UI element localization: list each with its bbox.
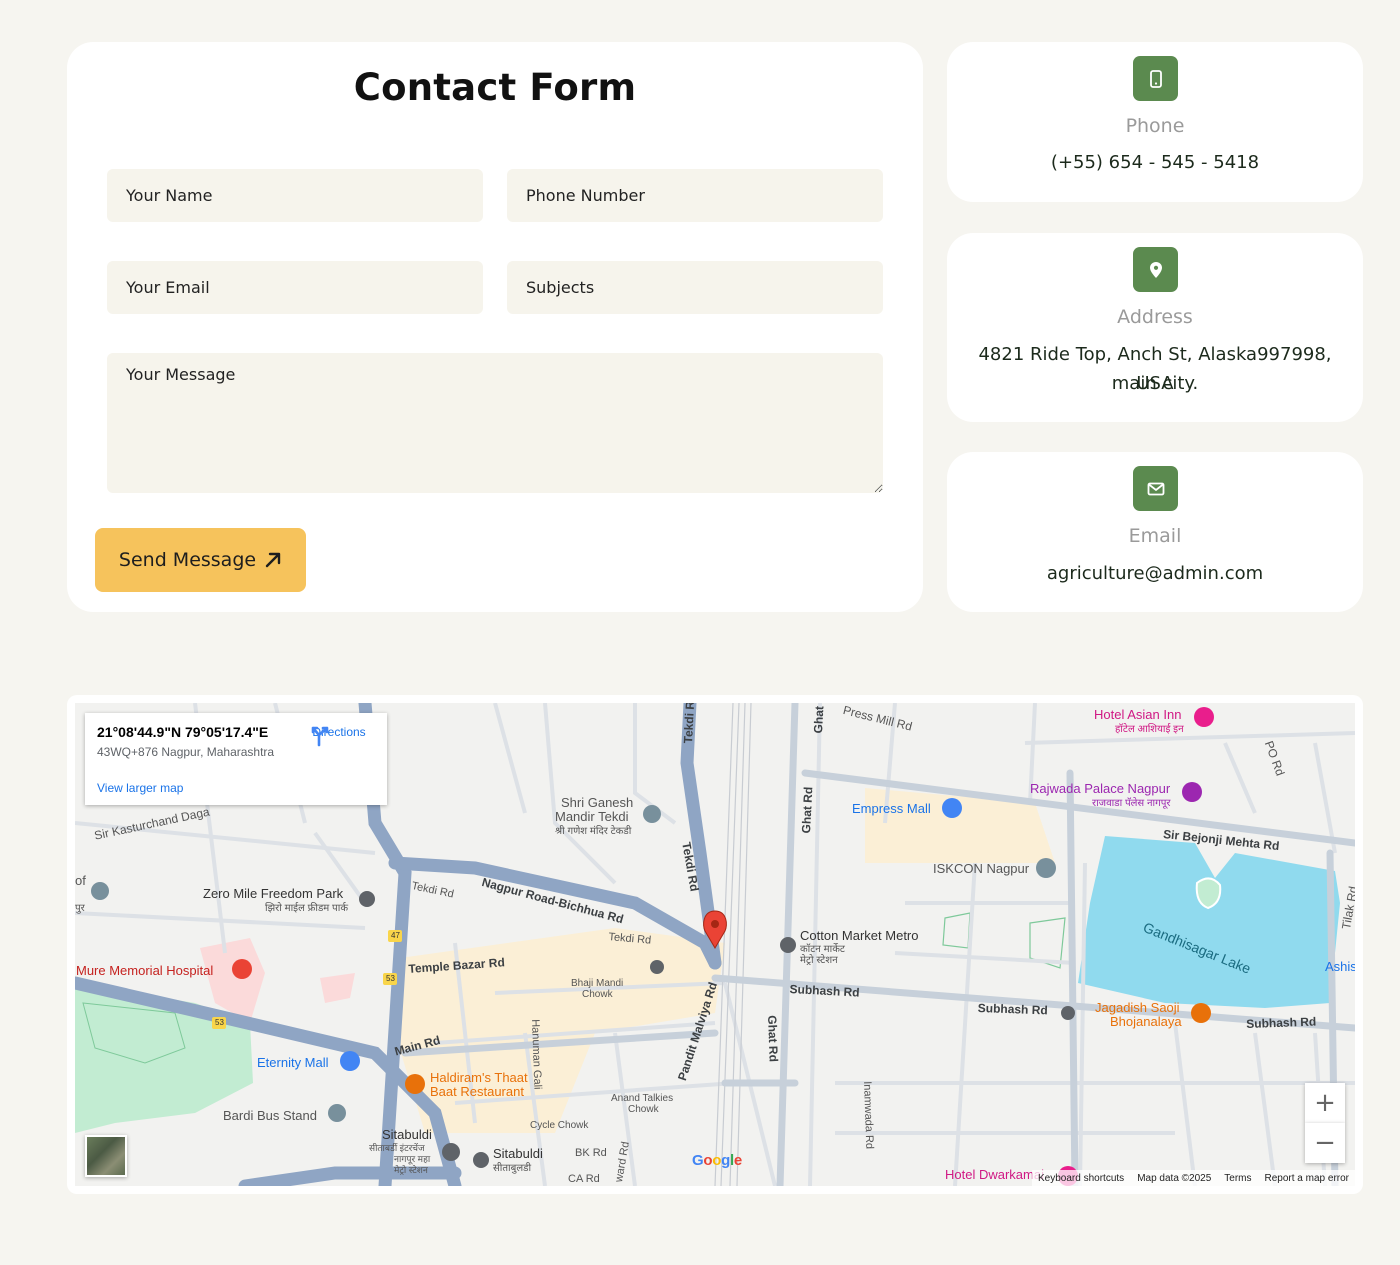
- directions-icon: [311, 726, 329, 747]
- phone-label: Phone: [1125, 115, 1185, 137]
- map-road-label: Ghat Rd: [765, 1015, 781, 1063]
- phone-card: Phone (+55) 654 - 545 - 5418: [947, 42, 1363, 202]
- email-label: Email: [1128, 525, 1182, 547]
- email-value: agriculture@admin.com: [1046, 563, 1264, 584]
- phone-value: (+55) 654 - 545 - 5418: [1050, 152, 1260, 173]
- map-container: Tekdi Rd Tekdi Rd Nagpur Road-Bichhua Rd…: [67, 695, 1363, 1194]
- address-line-2: main city.: [1111, 373, 1199, 394]
- map-poi-label: Jagadish Saoji: [1095, 1000, 1180, 1015]
- report-error-link[interactable]: Report a map error: [1265, 1173, 1349, 1184]
- map-data-text: Map data ©2025: [1137, 1172, 1212, 1184]
- address-label: Address: [1117, 306, 1193, 328]
- map-poi-label: Sitabuldi: [382, 1127, 432, 1142]
- map-road-label: Tekdi Rd: [681, 703, 698, 744]
- satellite-toggle-thumbnail[interactable]: [85, 1135, 127, 1177]
- phone-icon: [1133, 56, 1178, 101]
- map-road-label: Subhash Rd: [1246, 1014, 1317, 1031]
- terms-link[interactable]: Terms: [1224, 1173, 1251, 1184]
- map-poi-label: Mandir Tekdi: [555, 809, 629, 824]
- map-poi-label: झिरो माईल फ्रीडम पार्क: [265, 903, 349, 914]
- map-poi-label: पुर: [75, 903, 85, 914]
- google-logo: Google: [692, 1152, 742, 1169]
- phone-input[interactable]: [507, 169, 883, 222]
- map-road-label: BK Rd: [575, 1147, 607, 1159]
- map-poi-label: Shri Ganesh: [561, 795, 634, 810]
- zoom-out-button[interactable]: −: [1305, 1123, 1345, 1163]
- map-road-label: CA Rd: [568, 1173, 600, 1185]
- message-textarea[interactable]: [107, 353, 883, 493]
- arrow-up-right-icon: [265, 552, 281, 568]
- map-road-label: Subhash Rd: [977, 1001, 1048, 1018]
- route-shield: 47: [391, 931, 400, 940]
- map-place-card: 21°08'44.9"N 79°05'17.4"E 43WQ+876 Nagpu…: [85, 713, 387, 805]
- map-poi-label: Bhaji Mandi: [571, 978, 624, 989]
- map-poi-label: Bardi Bus Stand: [223, 1108, 317, 1123]
- map-road-label: Ghat: [811, 705, 827, 734]
- map-poi-label: Chowk: [582, 989, 613, 1000]
- embedded-map[interactable]: Tekdi Rd Tekdi Rd Nagpur Road-Bichhua Rd…: [75, 703, 1355, 1186]
- map-poi-label: Baat Restaurant: [430, 1084, 524, 1099]
- address-card: Address 4821 Ride Top, Anch St, Alaska99…: [947, 233, 1363, 422]
- map-poi-label: Haldiram's Thaat: [430, 1070, 528, 1085]
- map-poi-label: Eternity Mall: [257, 1055, 329, 1070]
- map-poi-label: मेट्रो स्टेशन: [394, 1165, 428, 1175]
- email-card: Email agriculture@admin.com: [947, 452, 1363, 612]
- contact-form-card: Contact Form Send Message: [67, 42, 923, 612]
- map-poi-label: Zero Mile Freedom Park: [203, 886, 344, 901]
- map-poi-label: Chowk: [628, 1104, 659, 1115]
- keyboard-shortcuts-link[interactable]: Keyboard shortcuts: [1038, 1173, 1124, 1184]
- directions-button[interactable]: Directions: [309, 725, 369, 747]
- map-poi-label: Cycle Chowk: [530, 1120, 589, 1131]
- map-poi-label: Ashis: [1325, 959, 1355, 974]
- map-poi-label: of: [75, 873, 86, 888]
- map-pin-icon: [1133, 247, 1178, 292]
- map-address: 43WQ+876 Nagpur, Maharashtra: [97, 745, 275, 759]
- map-poi-label: सीताबुलडी: [493, 1163, 532, 1174]
- send-message-label: Send Message: [118, 549, 257, 571]
- subject-input[interactable]: [507, 261, 883, 314]
- map-poi-label: Hotel Dwarkamai: [945, 1167, 1044, 1182]
- map-poi-label: Anand Talkies: [611, 1093, 674, 1104]
- map-poi-label: ISKCON Nagpur: [933, 861, 1030, 876]
- map-poi-label: राजवाडा पॅलेस नागपूर: [1092, 798, 1171, 809]
- map-poi-label: मेट्रो स्टेशन: [800, 955, 838, 966]
- envelope-icon: [1133, 466, 1178, 511]
- name-input[interactable]: [107, 169, 483, 222]
- view-larger-map-link[interactable]: View larger map: [97, 781, 183, 795]
- zoom-in-button[interactable]: +: [1305, 1083, 1345, 1123]
- map-poi-label: श्री गणेश मंदिर टेकडी: [555, 826, 632, 837]
- map-road-label: Hanuman Gali: [529, 1019, 544, 1090]
- map-coordinates: 21°08'44.9"N 79°05'17.4"E: [97, 724, 269, 740]
- map-poi-label: Empress Mall: [852, 801, 931, 816]
- form-title: Contact Form: [353, 66, 637, 109]
- map-poi-label: Mure Memorial Hospital: [76, 963, 214, 978]
- map-poi-label: Rajwada Palace Nagpur: [1030, 781, 1171, 796]
- email-input[interactable]: [107, 261, 483, 314]
- map-poi-label: Hotel Asian Inn: [1094, 707, 1182, 722]
- map-road-label: Inamwada Rd: [861, 1081, 876, 1150]
- map-poi-label: हॉटेल आशियाई इन: [1115, 724, 1184, 735]
- map-attribution-bar: Keyboard shortcuts Map data ©2025 Terms …: [1032, 1170, 1355, 1186]
- map-road-label: Ghat Rd: [799, 786, 816, 834]
- send-message-button[interactable]: Send Message: [95, 528, 306, 592]
- route-shield: 53: [386, 974, 395, 983]
- map-poi-label: Sitabuldi: [493, 1146, 543, 1161]
- route-shield: 53: [215, 1018, 224, 1027]
- map-poi-label: Bhojanalaya: [1110, 1014, 1182, 1029]
